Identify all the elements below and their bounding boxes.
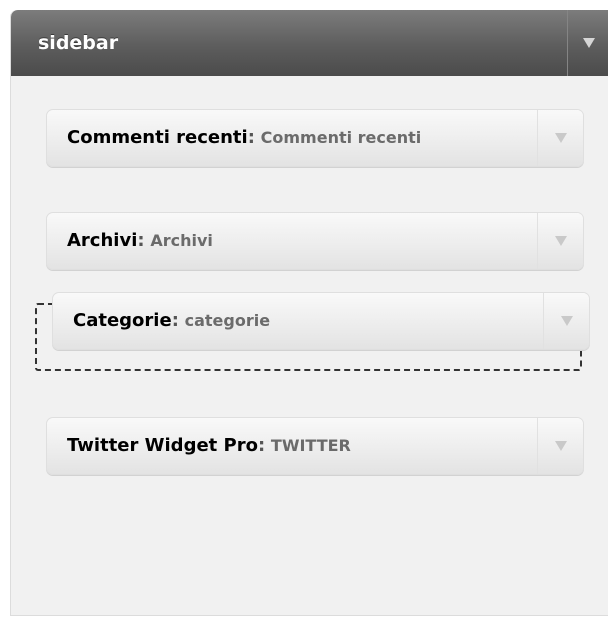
widget-name: Categorie bbox=[73, 310, 172, 331]
widget-title: Twitter Widget Pro: TWITTER bbox=[67, 418, 537, 474]
widget-title-separator: : bbox=[247, 127, 255, 148]
widget-toggle-button[interactable] bbox=[537, 213, 583, 269]
widget-toggle-button[interactable] bbox=[543, 293, 589, 349]
widget-twitter-widget-pro[interactable]: Twitter Widget Pro: TWITTER bbox=[46, 417, 584, 475]
widget-categorie[interactable]: Categorie: categorie bbox=[52, 292, 590, 350]
widget-title-separator: : bbox=[257, 435, 266, 456]
widget-name: Commenti recenti bbox=[67, 127, 248, 148]
sidebar-toggle-button[interactable] bbox=[567, 10, 608, 76]
widget-instance-title: categorie bbox=[184, 311, 271, 330]
widget-title-separator: : bbox=[171, 310, 179, 331]
widget-archivi[interactable]: Archivi: Archivi bbox=[46, 212, 584, 270]
widget-instance-title: Archivi bbox=[150, 231, 213, 250]
widget-title: Commenti recenti: Commenti recenti bbox=[67, 110, 537, 166]
widget-name: Twitter Widget Pro bbox=[67, 435, 258, 456]
triangle-down-icon bbox=[554, 236, 567, 246]
widget-instance-title: TWITTER bbox=[270, 436, 351, 455]
widget-toggle-button[interactable] bbox=[537, 110, 583, 166]
widget-commenti-recenti[interactable]: Commenti recenti: Commenti recenti bbox=[46, 109, 584, 167]
triangle-down-icon bbox=[560, 316, 573, 326]
widget-toggle-button[interactable] bbox=[537, 418, 583, 474]
widget-title: Archivi: Archivi bbox=[67, 213, 537, 269]
triangle-down-icon bbox=[554, 133, 567, 143]
sidebar-title: sidebar bbox=[38, 32, 119, 54]
widget-title: Categorie: categorie bbox=[73, 293, 543, 349]
sidebar-header[interactable]: sidebar bbox=[11, 10, 608, 76]
widget-name: Archivi bbox=[67, 230, 138, 251]
triangle-down-icon bbox=[554, 441, 567, 451]
widget-instance-title: Commenti recenti bbox=[260, 128, 422, 147]
widget-title-separator: : bbox=[137, 230, 145, 251]
triangle-down-icon bbox=[582, 38, 595, 48]
